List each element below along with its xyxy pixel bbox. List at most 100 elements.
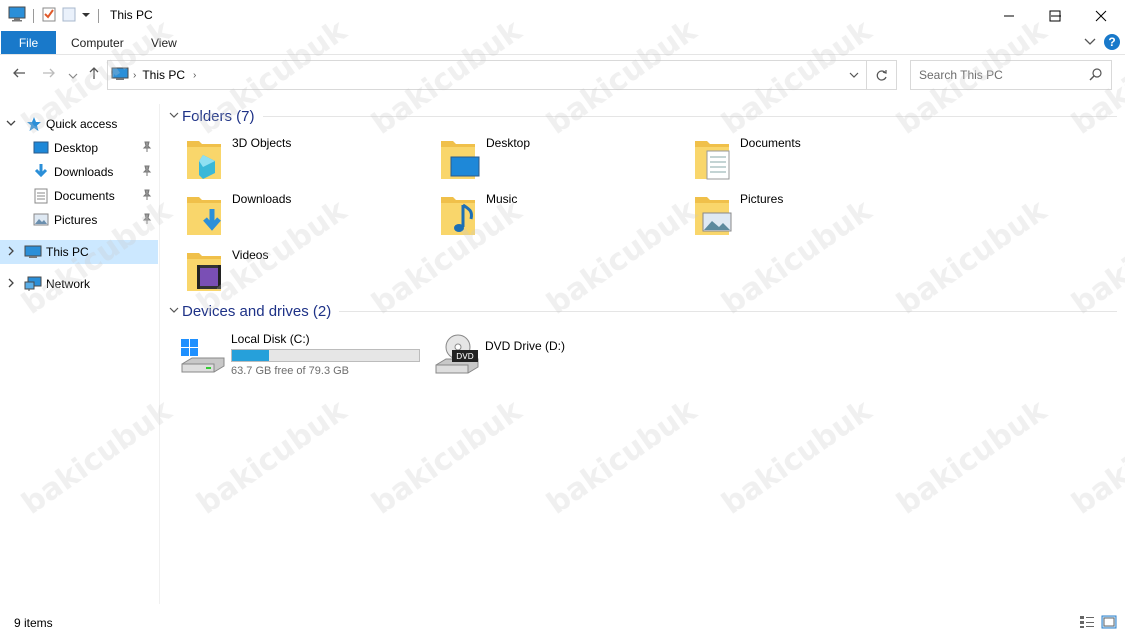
recent-locations-button[interactable] [68,68,78,85]
chevron-down-icon [68,73,78,79]
drive-tile-dvd[interactable]: DVD DVD Drive (D:) [419,330,674,382]
help-icon[interactable]: ? [1104,34,1120,50]
pin-icon[interactable] [142,165,152,180]
sidebar-item-desktop[interactable]: Desktop [0,136,158,160]
forward-arrow-icon [43,68,55,78]
status-bar: 9 items [0,612,1125,634]
sidebar-item-documents[interactable]: Documents [0,184,158,208]
computer-icon[interactable] [8,6,26,25]
sidebar-item-label: Desktop [54,141,99,155]
network-icon [24,276,42,295]
folder-label: Documents [740,136,801,150]
expand-ribbon-button[interactable] [1084,35,1096,50]
refresh-icon [876,69,887,81]
videos-folder-icon [185,247,227,296]
pictures-folder-icon [693,191,735,240]
search-icon[interactable] [1089,67,1103,84]
drive-usage-fill [232,350,269,361]
title-bar: This PC [0,0,1125,31]
up-button[interactable] [87,66,101,84]
folder-tile-videos[interactable]: Videos [165,245,415,297]
dvd-drive-icon: DVD [434,333,480,378]
dvd-badge: DVD [456,352,474,361]
minimize-button[interactable] [986,0,1032,31]
desktop-folder-icon [439,135,481,184]
details-view-icon [1080,616,1094,628]
folder-tile-music[interactable]: Music [419,189,669,241]
back-button[interactable] [12,66,26,84]
ribbon-tabs: File Computer View ? [0,31,1125,55]
computer-icon [111,66,129,85]
sidebar-item-label: Pictures [54,213,98,227]
star-icon [26,116,42,135]
up-arrow-icon [89,67,99,79]
group-title: Folders (7) [182,107,255,125]
chevron-down-icon[interactable] [165,110,182,123]
pictures-icon [33,213,49,230]
drive-label: DVD Drive (D:) [485,339,565,353]
folder-label: Desktop [486,136,531,150]
folder-label: Pictures [740,192,784,206]
drive-usage-bar [231,349,420,362]
search-input[interactable]: Search This PC [910,60,1112,90]
large-icons-view-button[interactable] [1101,615,1117,632]
folder-label: Downloads [232,192,292,206]
tab-computer[interactable]: Computer [71,36,124,50]
tab-file[interactable]: File [1,31,56,54]
sidebar-item-this-pc[interactable]: This PC [0,240,158,264]
sidebar-item-label: This PC [46,245,89,259]
pin-icon[interactable] [142,141,152,156]
new-folder-icon[interactable] [61,6,77,25]
address-history-button[interactable] [843,61,865,89]
chevron-right-icon: › [133,69,137,81]
sidebar-item-quick-access[interactable]: Quick access [0,112,158,136]
sidebar-item-network[interactable]: Network [0,272,158,296]
content-pane: Folders (7) 3D Objects Desktop Documents… [165,100,1125,605]
item-count: 9 items [14,616,53,630]
windows-drive-icon [180,338,226,377]
maximize-button[interactable] [1032,0,1078,31]
divider [33,8,34,23]
details-view-button[interactable] [1079,615,1095,632]
close-button[interactable] [1078,0,1124,31]
tab-view[interactable]: View [151,36,177,50]
folder-tile-pictures[interactable]: Pictures [673,189,923,241]
folder-label: 3D Objects [232,136,292,150]
breadcrumb[interactable]: This PC [142,68,185,82]
pin-icon[interactable] [142,189,152,204]
download-arrow-icon [33,163,49,182]
back-arrow-icon [13,68,25,78]
window-title: This PC [110,8,153,22]
forward-button[interactable] [42,66,56,84]
drives-group-header[interactable]: Devices and drives (2) [165,301,1117,321]
folder-tile-desktop[interactable]: Desktop [419,133,669,185]
customize-dropdown-icon[interactable] [81,6,91,25]
folder-tile-documents[interactable]: Documents [673,133,923,185]
drive-free-space: 63.7 GB free of 79.3 GB [231,365,350,377]
navigation-bar: › This PC › Search This PC [0,55,1125,95]
large-icons-view-icon [1101,615,1117,629]
group-title: Devices and drives (2) [182,302,332,320]
chevron-right-icon[interactable] [6,246,16,259]
sidebar-item-downloads[interactable]: Downloads [0,160,158,184]
refresh-button[interactable] [866,61,896,89]
chevron-right-icon[interactable]: › [193,70,196,81]
chevron-down-icon[interactable] [6,118,16,131]
minimize-icon [1004,15,1014,16]
music-folder-icon [439,191,481,240]
folder-tile-3d-objects[interactable]: 3D Objects [165,133,415,185]
sidebar-item-label: Downloads [54,165,114,179]
folders-group-header[interactable]: Folders (7) [165,106,1117,126]
chevron-right-icon[interactable] [6,278,16,291]
downloads-folder-icon [185,191,227,240]
navigation-pane: Quick access Desktop Downloads Documents… [0,104,160,604]
pin-icon[interactable] [142,213,152,228]
chevron-down-icon[interactable] [165,305,182,318]
sidebar-item-pictures[interactable]: Pictures [0,208,158,232]
ribbon-controls: ? [1084,34,1120,50]
folder-tile-downloads[interactable]: Downloads [165,189,415,241]
address-bar[interactable]: › This PC › [107,60,897,90]
drive-tile-local-disk[interactable]: Local Disk (C:) 63.7 GB free of 79.3 GB [165,330,420,382]
properties-icon[interactable] [41,6,57,25]
folder-label: Music [486,192,518,206]
